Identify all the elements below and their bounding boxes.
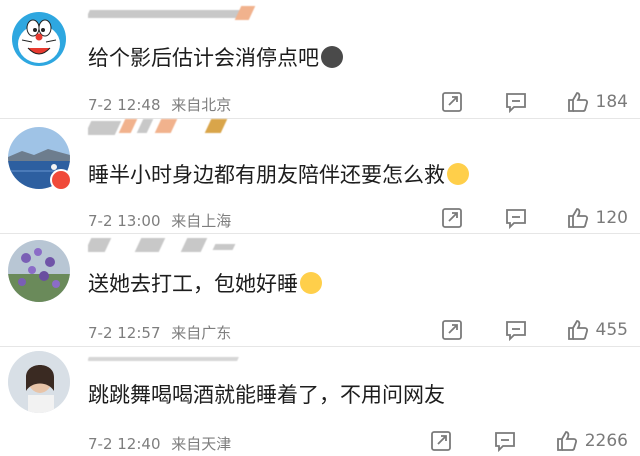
share-icon	[441, 320, 462, 340]
like-count: 120	[595, 208, 628, 228]
comment-location: 来自天津	[171, 435, 232, 453]
verified-badge-icon	[50, 169, 72, 191]
comment-text-content: 跳跳舞喝喝酒就能睡着了，不用问网友	[88, 383, 445, 407]
comment-date: 7-2 12:48	[88, 96, 161, 114]
comment-meta: 7-2 12:48 来自北京	[88, 94, 231, 115]
thumbs-up-icon	[556, 431, 577, 451]
thumbs-up-icon	[567, 320, 588, 340]
share-button[interactable]	[440, 90, 464, 114]
laugh-cry-emoji-icon	[447, 163, 469, 185]
like-count: 184	[595, 92, 628, 112]
reply-button[interactable]	[504, 318, 528, 342]
username-blurred[interactable]	[88, 351, 258, 369]
comment-actions: 120	[440, 206, 628, 230]
share-button[interactable]	[440, 206, 464, 230]
comment-date: 7-2 12:40	[88, 435, 161, 453]
like-button[interactable]: 455	[566, 318, 628, 342]
comment-item: 送她去打工，包她好睡 7-2 12:57 来自广东 455	[0, 234, 640, 346]
reply-button[interactable]	[493, 429, 517, 453]
share-icon	[430, 431, 451, 451]
like-count: 2266	[584, 431, 628, 451]
comment-icon	[494, 432, 515, 453]
comment-date: 7-2 12:57	[88, 324, 161, 342]
comment-text: 给个影后估计会消停点吧	[88, 44, 343, 72]
comment-meta: 7-2 12:40 来自天津	[88, 433, 231, 454]
comment-text-content: 送她去打工，包她好睡	[88, 272, 298, 296]
comment-icon	[505, 93, 526, 114]
comment-location: 来自广东	[171, 324, 232, 342]
comment-item: 睡半小时身边都有朋友陪伴还要怎么救 7-2 13:00 来自上海 120	[0, 119, 640, 233]
share-icon	[441, 208, 462, 228]
comment-actions: 455	[440, 318, 628, 342]
thumbs-up-icon	[567, 208, 588, 228]
comment-text: 睡半小时身边都有朋友陪伴还要怎么救	[88, 161, 469, 189]
comment-icon	[505, 209, 526, 230]
comment-item: 给个影后估计会消停点吧 7-2 12:48 来自北京 184	[0, 0, 640, 118]
surprised-emoji-icon	[321, 46, 343, 68]
person-photo-avatar[interactable]	[8, 351, 70, 413]
share-button[interactable]	[440, 318, 464, 342]
comment-actions: 184	[440, 90, 628, 114]
laugh-cry-emoji-icon	[300, 272, 322, 294]
comment-text-content: 睡半小时身边都有朋友陪伴还要怎么救	[88, 163, 445, 187]
like-button[interactable]: 184	[566, 90, 628, 114]
like-count: 455	[595, 320, 628, 340]
comment-text: 送她去打工，包她好睡	[88, 270, 322, 298]
comment-meta: 7-2 12:57 来自广东	[88, 322, 231, 343]
username-blurred[interactable]	[88, 119, 258, 137]
doraemon-avatar[interactable]	[8, 8, 70, 70]
comment-date: 7-2 13:00	[88, 212, 161, 230]
reply-button[interactable]	[504, 90, 528, 114]
share-button[interactable]	[429, 429, 453, 453]
share-icon	[441, 92, 462, 112]
comment-text: 跳跳舞喝喝酒就能睡着了，不用问网友	[88, 381, 445, 409]
comment-location: 来自北京	[171, 96, 232, 114]
comment-meta: 7-2 13:00 来自上海	[88, 210, 231, 231]
comment-location: 来自上海	[171, 212, 232, 230]
thumbs-up-icon	[567, 92, 588, 112]
purple-flowers-avatar[interactable]	[8, 240, 70, 302]
comment-text-content: 给个影后估计会消停点吧	[88, 46, 319, 70]
username-blurred[interactable]	[88, 4, 258, 22]
reply-button[interactable]	[504, 206, 528, 230]
username-blurred[interactable]	[88, 238, 258, 256]
like-button[interactable]: 120	[566, 206, 628, 230]
comment-actions: 2266	[429, 429, 628, 453]
comment-icon	[505, 321, 526, 342]
like-button[interactable]: 2266	[555, 429, 628, 453]
comment-item: 跳跳舞喝喝酒就能睡着了，不用问网友 7-2 12:40 来自天津 2266	[0, 347, 640, 456]
